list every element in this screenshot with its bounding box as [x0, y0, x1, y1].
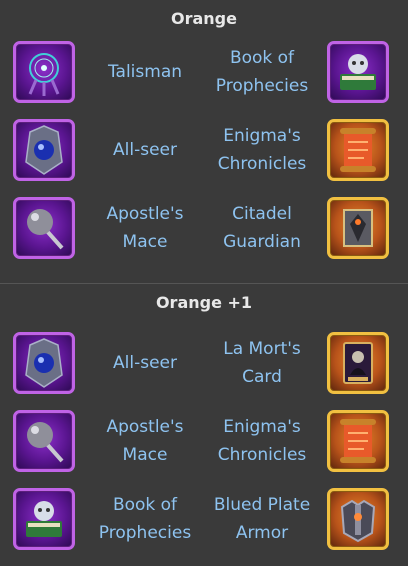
item-label: All-seer — [113, 140, 177, 160]
scroll-icon[interactable] — [327, 410, 389, 472]
item-label: La Mort's Card — [223, 339, 301, 387]
book-of-prophecies-icon[interactable] — [327, 41, 389, 103]
item-label: Enigma's Chronicles — [217, 126, 307, 174]
scroll-icon[interactable] — [327, 119, 389, 181]
all-seer-orb-icon[interactable] — [13, 119, 75, 181]
item-row: All-seer La Mort's Card — [0, 332, 408, 400]
item-label: Citadel Guardian — [223, 204, 301, 252]
plate-armor-icon[interactable] — [327, 488, 389, 550]
item-row: Apostle's Mace Citadel Guardian — [0, 197, 408, 265]
item-label: Book of Prophecies — [98, 495, 192, 543]
item-label: Apostle's Mace — [106, 204, 184, 252]
item-row: Book of Prophecies Blued Plate Armor — [0, 488, 408, 556]
mace-icon[interactable] — [13, 410, 75, 472]
item-label: All-seer — [113, 353, 177, 373]
section-title: Orange — [171, 9, 237, 28]
item-label: Book of Prophecies — [215, 48, 309, 96]
mace-icon[interactable] — [13, 197, 75, 259]
item-row: Talisman Book of Prophecies — [0, 41, 408, 109]
citadel-guardian-icon[interactable] — [327, 197, 389, 259]
item-label: Enigma's Chronicles — [217, 417, 307, 465]
item-row: Apostle's Mace Enigma's Chronicles — [0, 410, 408, 478]
dreamcatcher-talisman-icon[interactable] — [13, 41, 75, 103]
item-label: Talisman — [107, 62, 183, 82]
section-title: Orange +1 — [155, 293, 253, 312]
section-orange: Orange Talisman Book of Prophecies All-s… — [0, 0, 408, 283]
item-row: All-seer Enigma's Chronicles — [0, 119, 408, 187]
all-seer-orb-icon[interactable] — [13, 332, 75, 394]
item-label: Apostle's Mace — [106, 417, 184, 465]
item-label: Blued Plate Armor — [213, 495, 311, 543]
section-orange-plus-1: Orange +1 All-seer La Mort's Card Apostl… — [0, 283, 408, 566]
death-card-icon[interactable] — [327, 332, 389, 394]
book-of-prophecies-icon[interactable] — [13, 488, 75, 550]
